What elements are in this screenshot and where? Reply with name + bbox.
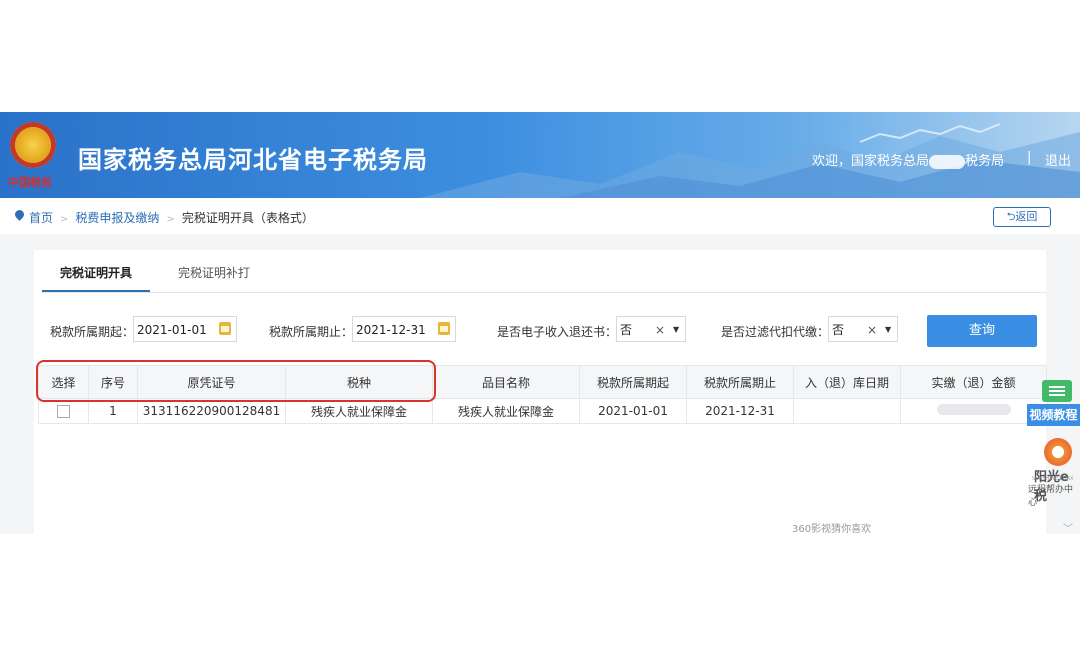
breadcrumb-tax-filing[interactable]: 税费申报及缴纳 [75, 211, 159, 225]
col-start: 税款所属期起 [579, 365, 687, 399]
redacted-mask [929, 154, 966, 169]
site-header: 中国税务 国家税务总局河北省电子税务局 欢迎，国家税务总局 税务局 | 退出 [0, 112, 1080, 198]
sunshine-etax-logo-icon[interactable] [1044, 438, 1072, 466]
col-date: 入（退）库日期 [793, 365, 901, 399]
row-tax-type: 残疾人就业保障金 [285, 398, 433, 424]
welcome-text: 欢迎，国家税务总局 税务局 [812, 150, 1004, 169]
end-date-input[interactable]: 2021-12-31 [352, 316, 456, 342]
location-pin-icon [13, 208, 26, 221]
withhold-select-value: 否 [832, 323, 845, 337]
back-label: 返回 [1015, 210, 1038, 223]
start-date-input[interactable]: 2021-01-01 [133, 316, 237, 342]
calendar-icon[interactable] [219, 322, 231, 335]
logout-link[interactable]: 退出 [1045, 150, 1071, 169]
emblem-text: 中国税务 [8, 176, 52, 189]
row-start: 2021-01-01 [579, 398, 687, 424]
row-end: 2021-12-31 [686, 398, 794, 424]
start-date-value: 2021-01-01 [137, 323, 207, 337]
receipt-select-value: 否 [620, 323, 633, 337]
clear-icon[interactable]: × [867, 317, 877, 343]
menu-icon[interactable] [1042, 380, 1072, 402]
col-end: 税款所属期止 [686, 365, 794, 399]
dropdown-arrow-icon: ▼ [673, 325, 680, 334]
calendar-icon[interactable] [438, 322, 450, 335]
row-voucher: 313116220900128481 [137, 398, 286, 424]
row-amount [900, 398, 1047, 424]
breadcrumb-arrow-icon: > [56, 214, 72, 225]
start-date-label: 税款所属期起： [50, 325, 135, 339]
breadcrumb-arrow-icon: > [163, 214, 179, 225]
breadcrumb-home[interactable]: 首页 [29, 211, 53, 225]
table-row[interactable]: 1 313116220900128481 残疾人就业保障金 残疾人就业保障金 2… [38, 398, 1047, 424]
recommendation-hint[interactable]: 360影视猜你喜欢 [792, 520, 871, 535]
query-button[interactable]: 查询 [927, 315, 1037, 347]
receipt-label: 是否电子收入退还书： [497, 325, 618, 339]
welcome-prefix: 欢迎，国家税务总局 [812, 154, 930, 169]
breadcrumb-current: 完税证明开具（表格式） [181, 211, 314, 225]
row-item-name: 残疾人就业保障金 [432, 398, 580, 424]
row-seq: 1 [88, 398, 138, 424]
chevron-down-icon[interactable]: ﹀ [1063, 520, 1073, 535]
site-title: 国家税务总局河北省电子税务局 [78, 146, 428, 174]
col-amount: 实缴（退）金额 [900, 365, 1047, 399]
row-checkbox[interactable] [57, 405, 70, 418]
clear-icon[interactable]: × [655, 317, 665, 343]
withhold-select[interactable]: 否 × ▼ [828, 316, 898, 342]
breadcrumb-bar: 首页 > 税费申报及缴纳 > 完税证明开具（表格式） [0, 198, 1080, 234]
row-date [793, 398, 901, 424]
end-date-value: 2021-12-31 [356, 323, 426, 337]
back-button[interactable]: ⮌返回 [993, 207, 1051, 227]
dropdown-arrow-icon: ▼ [885, 325, 892, 334]
redacted-amount [936, 404, 1011, 415]
tab-certificate-issue[interactable]: 完税证明开具 [60, 264, 132, 281]
breadcrumb: 首页 > 税费申报及缴纳 > 完税证明开具（表格式） [29, 209, 314, 226]
tax-emblem-icon [10, 122, 56, 168]
withhold-label: 是否过滤代扣代缴： [721, 325, 830, 339]
col-item-name: 品目名称 [432, 365, 580, 399]
highlight-annotation [36, 360, 436, 402]
remote-help-label[interactable]: 远程帮办中心 [1028, 482, 1080, 508]
video-tutorial-button[interactable]: 视频教程 [1027, 404, 1080, 426]
end-date-label: 税款所属期止： [269, 325, 354, 339]
welcome-suffix: 税务局 [965, 154, 1005, 169]
tab-certificate-reprint[interactable]: 完税证明补打 [178, 264, 250, 281]
row-select-cell [38, 398, 89, 424]
tab-divider [42, 292, 1046, 293]
receipt-select[interactable]: 否 × ▼ [616, 316, 686, 342]
header-separator: | [1027, 150, 1032, 165]
